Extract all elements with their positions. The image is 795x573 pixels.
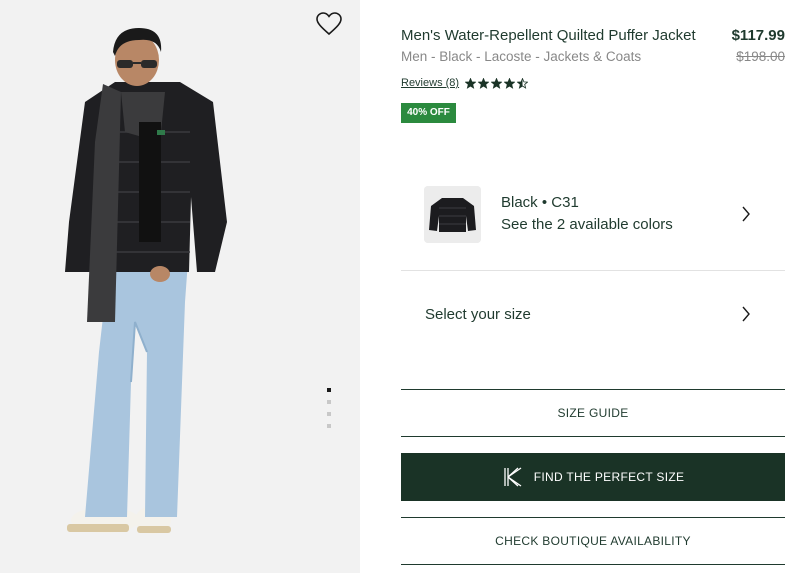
gallery-dot[interactable] [327, 424, 331, 428]
check-boutique-label: CHECK BOUTIQUE AVAILABILITY [495, 534, 691, 548]
color-selector[interactable]: Black • C31 See the 2 available colors [401, 172, 785, 270]
product-info: Men's Water-Repellent Quilted Puffer Jac… [401, 0, 785, 573]
reviews-link[interactable]: Reviews (8) [401, 77, 459, 89]
size-guide-label: SIZE GUIDE [557, 406, 629, 420]
wishlist-heart-icon[interactable] [316, 12, 342, 36]
color-name: Black • C31 [501, 194, 579, 211]
product-price: $117.99 [731, 27, 785, 44]
gallery-dot[interactable] [327, 412, 331, 416]
star-rating [465, 77, 529, 89]
product-image[interactable] [55, 22, 245, 552]
product-title: Men's Water-Repellent Quilted Puffer Jac… [401, 27, 696, 44]
color-thumbnail [424, 186, 481, 243]
color-count-text: See the 2 available colors [501, 216, 673, 233]
gallery-pagination [326, 388, 332, 436]
star-icon [517, 77, 529, 89]
gallery-dot[interactable] [327, 388, 331, 392]
size-guide-button[interactable]: SIZE GUIDE [401, 389, 785, 437]
title-row: Men's Water-Repellent Quilted Puffer Jac… [401, 27, 785, 45]
star-icon [504, 77, 516, 89]
gallery-dot[interactable] [327, 400, 331, 404]
size-selector-label: Select your size [425, 306, 531, 323]
kiwisizing-icon [504, 467, 522, 487]
rating-row: Reviews (8) [401, 76, 529, 90]
find-perfect-size-label: FIND THE PERFECT SIZE [533, 470, 685, 484]
star-icon [491, 77, 503, 89]
check-boutique-button[interactable]: CHECK BOUTIQUE AVAILABILITY [401, 517, 785, 565]
find-perfect-size-button[interactable]: FIND THE PERFECT SIZE [401, 453, 785, 501]
original-price: $198.00 [736, 49, 785, 64]
product-breadcrumb: Men - Black - Lacoste - Jackets & Coats [401, 49, 642, 64]
star-icon [465, 77, 477, 89]
size-selector[interactable]: Select your size [401, 271, 785, 359]
chevron-right-icon [742, 306, 750, 322]
product-gallery [0, 0, 360, 573]
star-icon [478, 77, 490, 89]
discount-badge: 40% OFF [401, 103, 456, 123]
chevron-right-icon [742, 206, 750, 222]
